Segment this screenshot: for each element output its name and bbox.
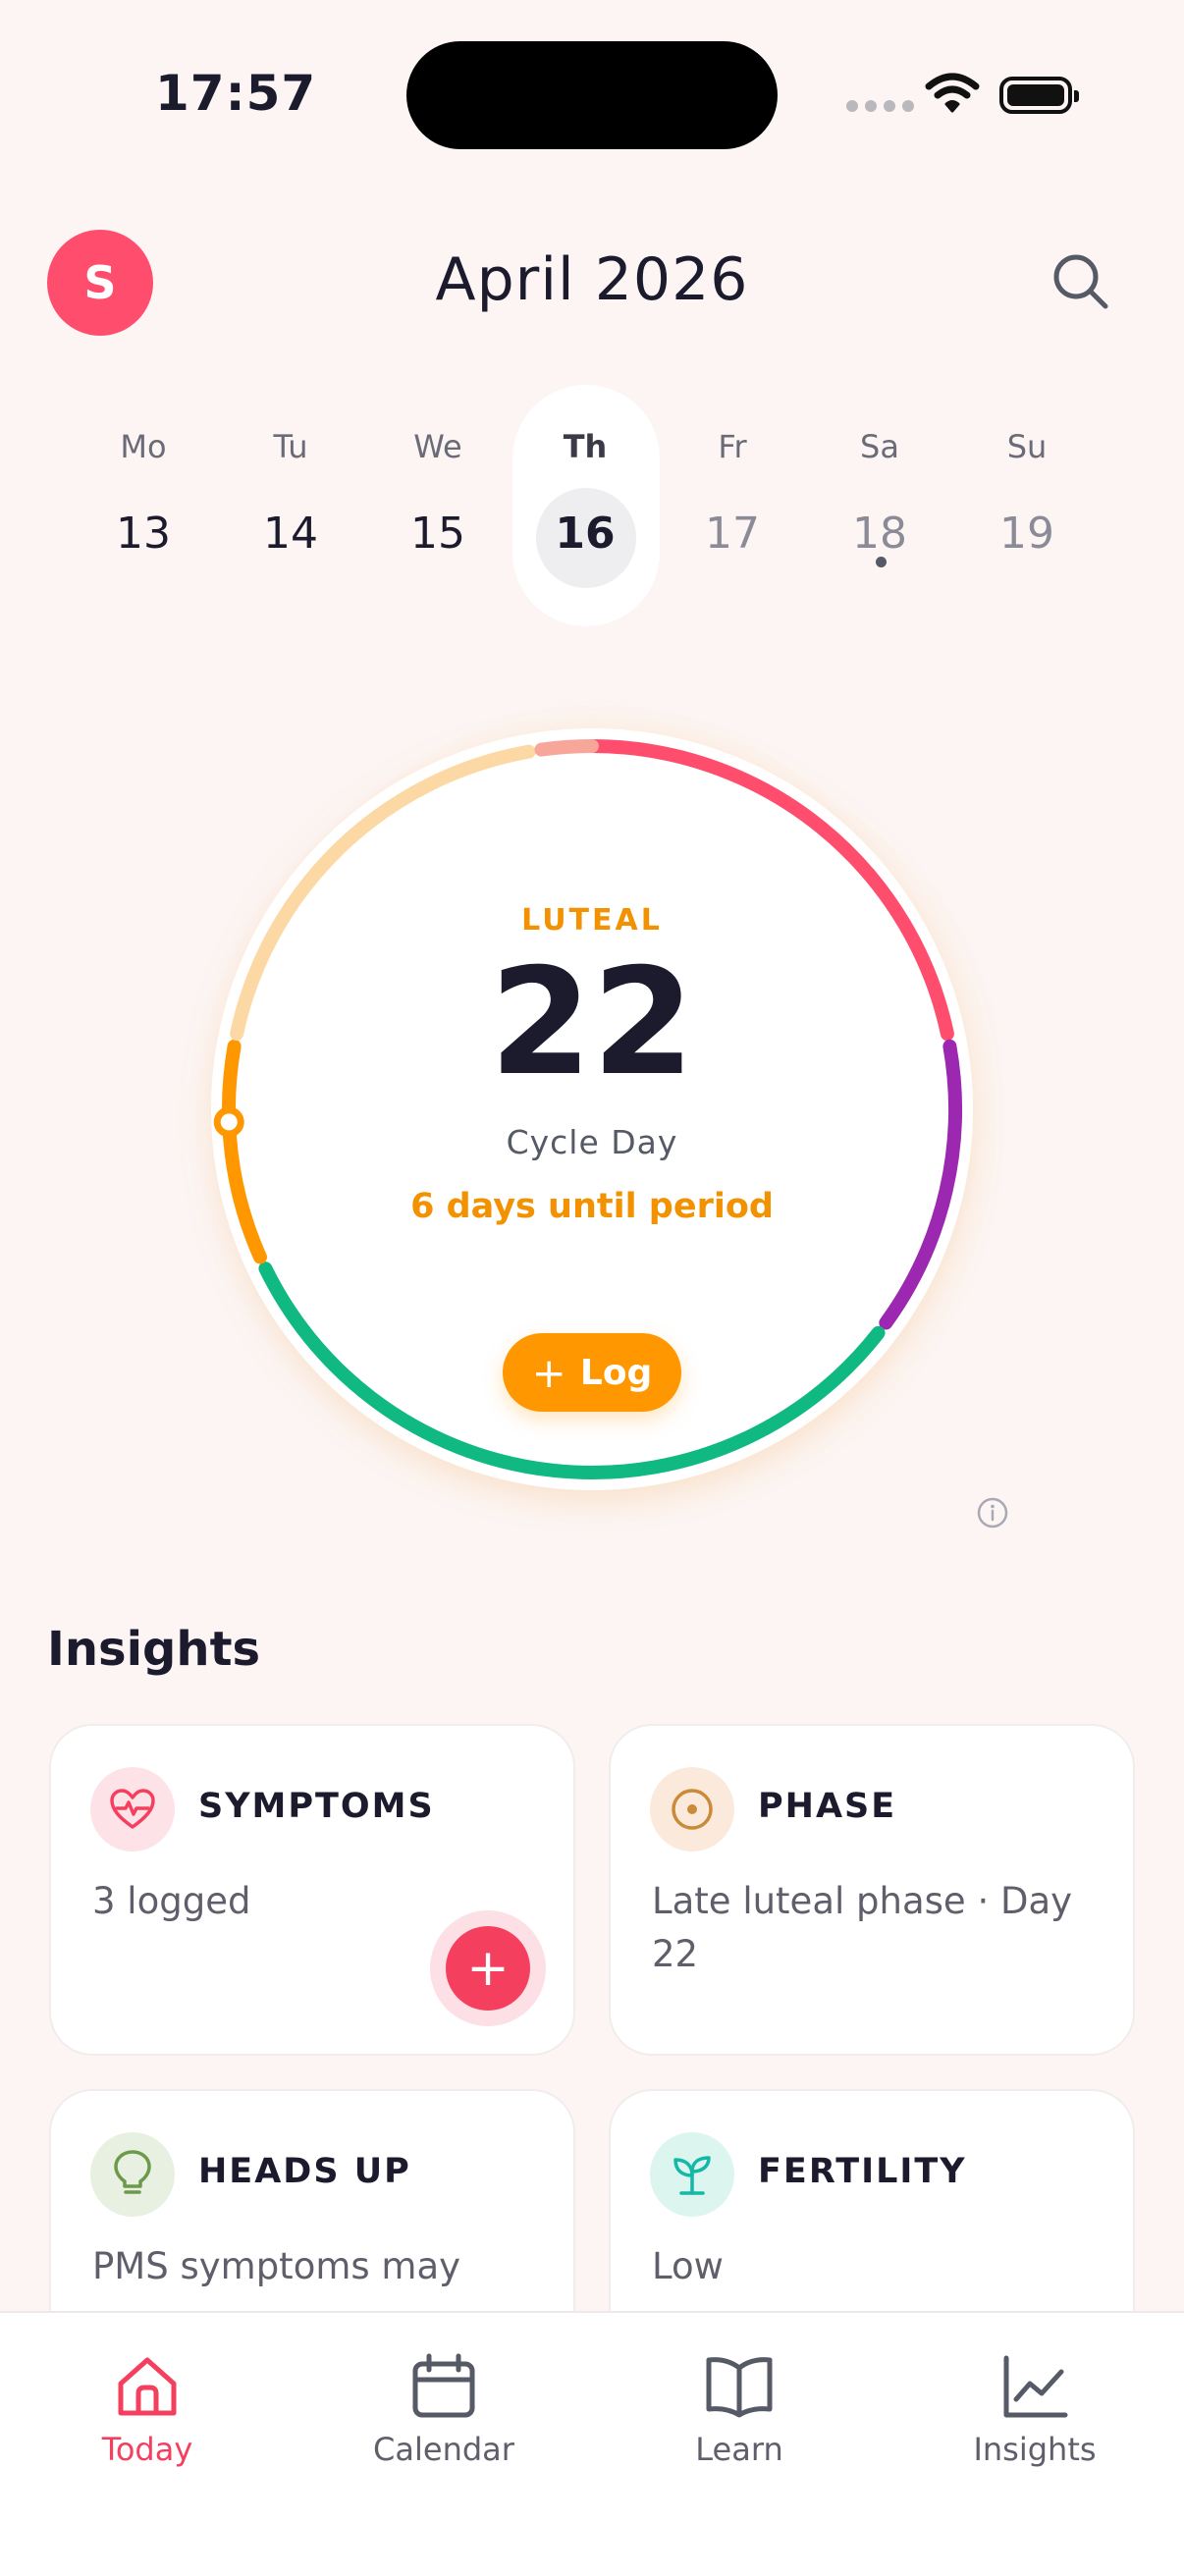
dynamic-island [406, 41, 778, 149]
add-symptom-button[interactable]: + [430, 1910, 546, 2026]
tab-today[interactable]: Today [39, 2352, 255, 2468]
card-title: SYMPTOMS [198, 1787, 435, 1826]
day-13[interactable]: 13 [84, 509, 202, 559]
day-15[interactable]: 15 [379, 509, 497, 559]
weekday-label: We [413, 428, 462, 465]
tab-label: Calendar [373, 2431, 514, 2468]
home-icon [118, 2357, 177, 2416]
info-icon[interactable] [976, 1496, 1009, 1530]
period-countdown: 6 days until period [410, 1187, 774, 1226]
cycle-day-number: 22 [489, 938, 695, 1108]
symptoms-card[interactable]: SYMPTOMS 3 logged + [49, 1724, 575, 2056]
plus-icon: + [446, 1926, 530, 2011]
search-icon[interactable] [1050, 251, 1111, 312]
cycle-day-caption: Cycle Day [506, 1123, 678, 1161]
signal-icon [846, 100, 914, 112]
card-body: Low [652, 2245, 724, 2287]
plus-icon: + [531, 1348, 566, 1397]
phase-card[interactable]: PHASE Late luteal phase · Day 22 [609, 1724, 1135, 2056]
card-title: FERTILITY [758, 2152, 967, 2191]
target-icon [650, 1767, 734, 1852]
card-body: PMS symptoms may [92, 2245, 461, 2287]
tab-insights[interactable]: Insights [927, 2352, 1143, 2468]
tab-label: Learn [695, 2431, 783, 2468]
day-16[interactable]: 16 [526, 509, 644, 559]
weekday-label: Mo [120, 428, 167, 465]
insights-heading: Insights [47, 1622, 261, 1677]
day-event-dot [876, 557, 887, 567]
card-body: Late luteal phase · Day 22 [652, 1880, 1073, 1975]
page-title: April 2026 [435, 245, 749, 314]
cycle-phase-arc [534, 739, 599, 757]
tab-calendar[interactable]: Calendar [336, 2352, 552, 2468]
wifi-icon [925, 73, 980, 113]
tab-bar: Today Calendar Learn Insights [0, 2311, 1184, 2576]
weekday-label: Sa [860, 428, 899, 465]
weekday-label: Fr [718, 428, 747, 465]
chart-icon [1003, 2355, 1068, 2418]
card-title: PHASE [758, 1787, 897, 1826]
lightbulb-icon [90, 2132, 175, 2217]
sprout-icon [650, 2132, 734, 2217]
calendar-icon [412, 2353, 475, 2418]
day-14[interactable]: 14 [232, 509, 350, 559]
tab-learn[interactable]: Learn [631, 2352, 847, 2468]
day-18[interactable]: 18 [821, 509, 939, 559]
weekday-label: Tu [273, 428, 308, 465]
weekday-label: Su [1006, 428, 1048, 465]
log-button-label: Log [579, 1352, 653, 1393]
cycle-phase-label: LUTEAL [521, 903, 663, 938]
tab-label: Today [101, 2431, 193, 2468]
weekday-label: Th [563, 428, 608, 465]
cycle-ring [185, 697, 1011, 1531]
day-19[interactable]: 19 [968, 509, 1086, 559]
heart-pulse-icon [90, 1767, 175, 1852]
status-time: 17:57 [155, 65, 317, 122]
tab-label: Insights [973, 2431, 1097, 2468]
day-17[interactable]: 17 [673, 509, 791, 559]
log-button[interactable]: + Log [503, 1333, 681, 1412]
card-title: HEADS UP [198, 2152, 411, 2191]
battery-icon [999, 77, 1079, 114]
book-icon [706, 2357, 773, 2418]
